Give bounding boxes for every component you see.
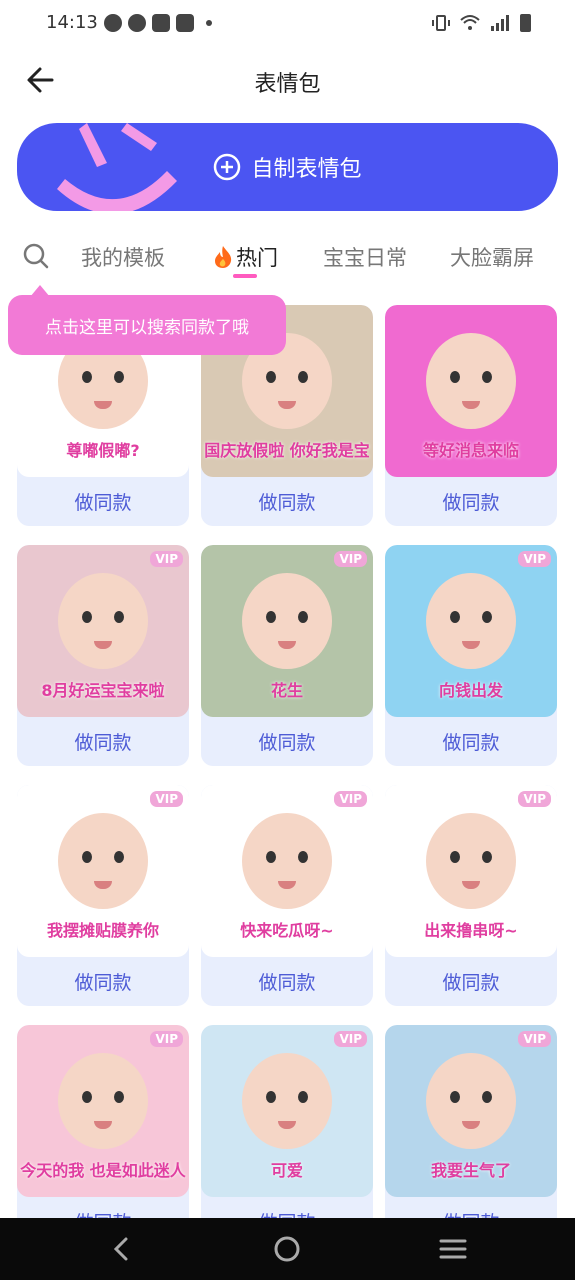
sticker-thumbnail[interactable]: VIP 8月好运宝宝来啦 <box>17 545 189 717</box>
baby-face-image <box>242 572 332 669</box>
sticker-caption: 可爱 <box>270 1161 303 1180</box>
sticker-thumbnail[interactable]: VIP 出来撸串呀~ <box>385 785 557 957</box>
make-same-button[interactable]: 做同款 <box>201 957 373 1006</box>
category-tabs: 我的模板 热门 宝宝日常 大脸霸屏 <box>0 230 575 280</box>
search-icon[interactable] <box>22 242 50 270</box>
sticker-thumbnail[interactable]: VIP 可爱 <box>201 1025 373 1197</box>
make-same-button[interactable]: 做同款 <box>385 717 557 766</box>
sticker-card[interactable]: VIP 快来吃瓜呀~ 做同款 <box>201 785 373 1006</box>
nav-recents-icon[interactable] <box>436 1232 470 1266</box>
sticker-card[interactable]: VIP 向钱出发做同款 <box>385 545 557 766</box>
baby-face-image <box>426 572 516 669</box>
baby-face-image <box>426 332 516 429</box>
vip-badge: VIP <box>334 791 367 807</box>
status-bar: 14:13 <box>0 0 575 48</box>
create-sticker-banner[interactable]: 自制表情包 <box>17 123 558 211</box>
vip-badge: VIP <box>150 1031 183 1047</box>
active-tab-indicator <box>233 274 257 278</box>
sticker-card[interactable]: VIP 出来撸串呀~ 做同款 <box>385 785 557 1006</box>
baby-face-image <box>426 1052 516 1149</box>
search-tooltip[interactable]: 点击这里可以搜索同款了哦 <box>8 285 286 355</box>
sticker-caption: 我摆摊贴膜养你 <box>46 921 159 940</box>
sticker-caption: 等好消息来临 <box>422 441 519 460</box>
sticker-card[interactable]: VIP可爱做同款 <box>201 1025 373 1246</box>
sticker-thumbnail[interactable]: VIP 向钱出发 <box>385 545 557 717</box>
sticker-caption: 8月好运宝宝来啦 <box>41 681 165 700</box>
sticker-card[interactable]: VIP 花生做同款 <box>201 545 373 766</box>
sticker-card[interactable]: VIP 我摆摊贴膜养你做同款 <box>17 785 189 1006</box>
battery-icon <box>520 14 531 32</box>
sticker-thumbnail[interactable]: VIP 今天的我 也是如此迷人 <box>17 1025 189 1197</box>
sticker-caption: 向钱出发 <box>438 681 503 700</box>
sticker-card[interactable]: VIP今天的我 也是如此迷人做同款 <box>17 1025 189 1246</box>
tab-my-templates[interactable]: 我的模板 <box>81 242 165 272</box>
wifi-icon <box>460 15 480 30</box>
baby-face-image <box>426 812 516 909</box>
sticker-card[interactable]: VIP 8月好运宝宝来啦做同款 <box>17 545 189 766</box>
system-nav-bar <box>0 1218 575 1280</box>
sticker-card[interactable]: VIP我要生气了做同款 <box>385 1025 557 1246</box>
sticker-caption: 国庆放假啦 你好我是宝 <box>204 441 370 460</box>
vip-badge: VIP <box>334 551 367 567</box>
more-notifications-icon <box>206 20 212 26</box>
fire-icon <box>215 246 232 268</box>
make-same-button[interactable]: 做同款 <box>385 477 557 526</box>
page-title: 表情包 <box>254 72 321 97</box>
add-circle-icon <box>214 153 241 181</box>
sticker-caption: 快来吃瓜呀~ <box>240 921 334 940</box>
tab-hot-label: 热门 <box>236 246 278 270</box>
make-same-button[interactable]: 做同款 <box>17 477 189 526</box>
sticker-caption: 今天的我 也是如此迷人 <box>20 1161 186 1180</box>
nav-back-icon[interactable] <box>104 1232 138 1266</box>
banner-label: 自制表情包 <box>251 157 362 182</box>
sticker-caption: 出来撸串呀~ <box>424 921 518 940</box>
sticker-caption: 我要生气了 <box>430 1161 511 1180</box>
vip-badge: VIP <box>518 791 551 807</box>
tab-big-face[interactable]: 大脸霸屏 <box>450 242 534 272</box>
baby-face-image <box>58 572 148 669</box>
sticker-thumbnail[interactable]: VIP 花生 <box>201 545 373 717</box>
sticker-card[interactable]: 等好消息来临 做同款 <box>385 305 557 526</box>
vip-badge: VIP <box>518 1031 551 1047</box>
chat-icon <box>104 14 122 32</box>
tab-baby-daily[interactable]: 宝宝日常 <box>323 242 407 272</box>
vip-badge: VIP <box>150 791 183 807</box>
signal-icon <box>491 15 509 31</box>
baby-face-image <box>242 812 332 909</box>
make-same-button[interactable]: 做同款 <box>385 957 557 1006</box>
sticker-thumbnail[interactable]: VIP 快来吃瓜呀~ <box>201 785 373 957</box>
vibrate-icon <box>432 15 450 31</box>
status-time: 14:13 <box>46 12 98 33</box>
vip-badge: VIP <box>150 551 183 567</box>
sticker-thumbnail[interactable]: 等好消息来临 <box>385 305 557 477</box>
vip-badge: VIP <box>334 1031 367 1047</box>
vip-badge: VIP <box>518 551 551 567</box>
sticker-thumbnail[interactable]: VIP 我要生气了 <box>385 1025 557 1197</box>
app-header: 表情包 <box>0 52 575 108</box>
sticker-caption: 花生 <box>270 681 303 700</box>
mail-icon <box>176 14 194 32</box>
make-same-button[interactable]: 做同款 <box>17 717 189 766</box>
baby-face-image <box>58 812 148 909</box>
sticker-caption: 尊嘟假嘟? <box>66 441 140 460</box>
compass-icon <box>128 14 146 32</box>
baby-face-image <box>58 1052 148 1149</box>
make-same-button[interactable]: 做同款 <box>201 717 373 766</box>
sticker-thumbnail[interactable]: VIP 我摆摊贴膜养你 <box>17 785 189 957</box>
mail-icon <box>152 14 170 32</box>
nav-home-icon[interactable] <box>270 1232 304 1266</box>
tab-hot[interactable]: 热门 <box>212 242 278 272</box>
baby-face-image <box>242 1052 332 1149</box>
make-same-button[interactable]: 做同款 <box>17 957 189 1006</box>
make-same-button[interactable]: 做同款 <box>201 477 373 526</box>
